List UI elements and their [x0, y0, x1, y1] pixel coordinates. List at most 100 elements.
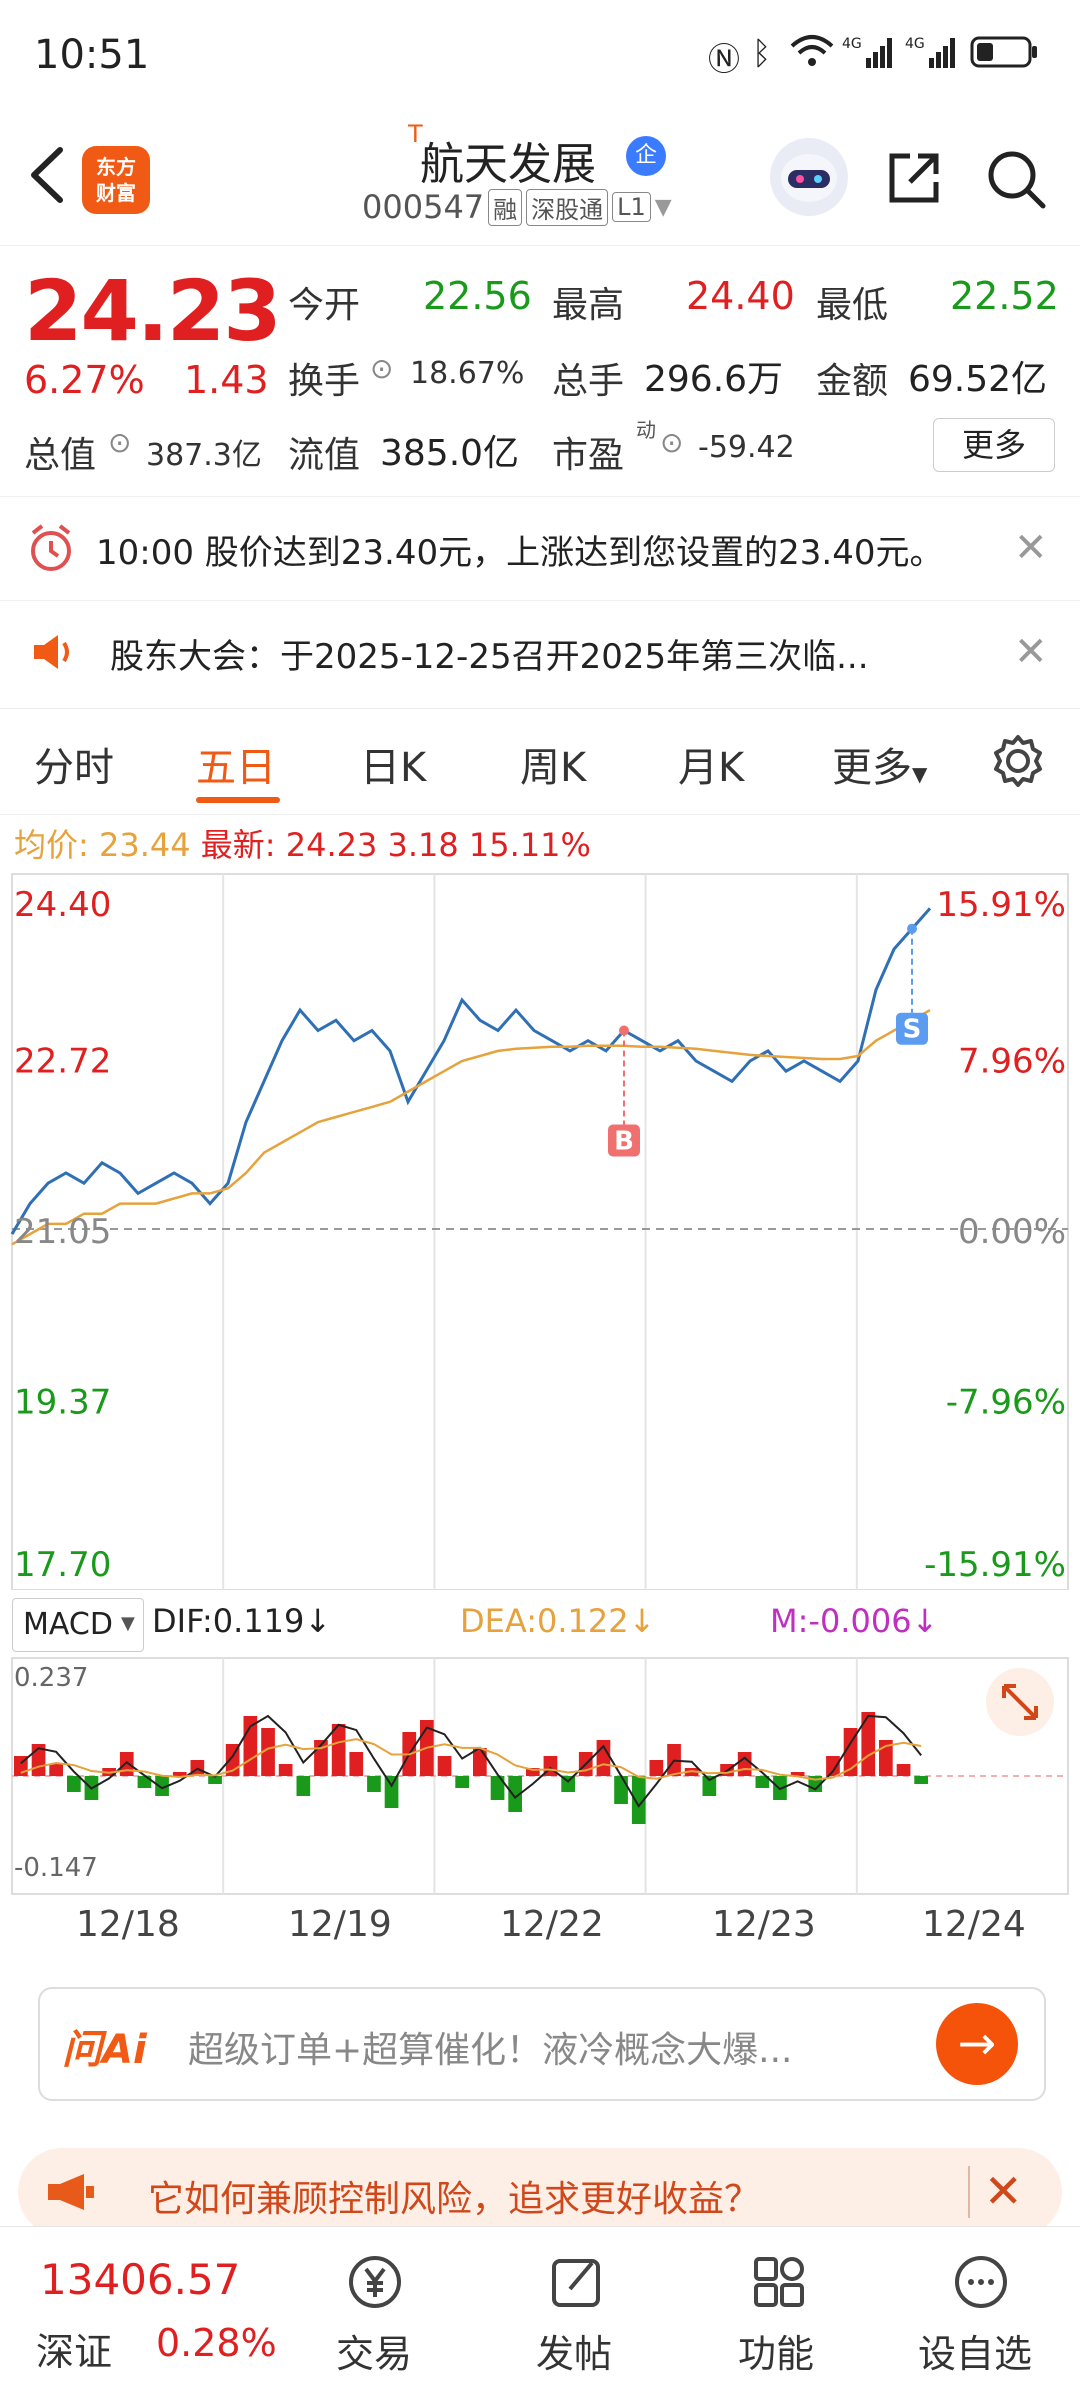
tab-more-label: 更多 [832, 745, 912, 791]
price-line [10, 907, 932, 1235]
pe-value: -59.42 [698, 430, 795, 465]
dea-label: DEA: [460, 1602, 537, 1640]
signal-4g-icon-1: 4G [842, 34, 894, 78]
assistant-robot-icon[interactable] [770, 138, 848, 216]
turnover-value: 18.67% [410, 356, 525, 391]
macd-chart[interactable]: 0.237 -0.147 [0, 1656, 1080, 1896]
stock-name[interactable]: 航天发展 [420, 128, 596, 192]
trade-yen-icon[interactable] [346, 2253, 404, 2311]
function-grid-icon[interactable] [750, 2253, 808, 2311]
app-logo-text: 东方财富 [96, 155, 136, 205]
price-change: 1.43 [184, 358, 269, 402]
latest-pct: 15.11% [468, 826, 591, 864]
pe-label: 市盈 [552, 435, 625, 476]
info-circle-icon[interactable]: ⊙ [108, 426, 131, 459]
corp-badge: 企 [626, 136, 666, 176]
nav-post[interactable]: 发帖 [536, 2323, 612, 2378]
caret-down-icon: ▼ [912, 762, 928, 786]
stock-code: 000547 [362, 188, 485, 226]
svg-text:S: S [903, 1015, 922, 1045]
ai-logo: 问Ai [62, 2027, 147, 2073]
macd-bar [649, 1760, 664, 1776]
speaker-icon [30, 631, 78, 677]
caret-down-icon: ▼ [121, 1613, 135, 1634]
battery-icon [970, 34, 1040, 78]
macd-bar [296, 1776, 311, 1796]
share-icon[interactable] [884, 148, 944, 208]
m-label: M: [770, 1602, 809, 1640]
alarm-clock-icon [28, 523, 74, 577]
five-day-price-chart[interactable]: B S 24.40 15.91% 22.72 7.96% 21.05 0.00% 19.37 -… [0, 870, 1080, 1590]
macd-bar [914, 1776, 928, 1784]
low-value: 22.52 [950, 274, 1059, 318]
macd-bar [826, 1756, 840, 1776]
macd-bar [278, 1764, 293, 1776]
macd-bar [349, 1752, 364, 1776]
nav-trade[interactable]: 交易 [336, 2323, 412, 2378]
arrow-right-icon[interactable]: → [936, 2003, 1018, 2085]
tag-level: L1 [612, 192, 651, 222]
tab-weekly-k[interactable]: 周K [520, 735, 586, 793]
macd-bar [384, 1776, 399, 1808]
close-icon[interactable]: ✕ [1014, 629, 1048, 675]
tab-monthly-k[interactable]: 月K [678, 735, 744, 793]
y-tick-left: 19.37 [14, 1383, 111, 1423]
back-arrow-icon[interactable] [22, 140, 82, 210]
tag-connect: 深股通 [526, 188, 609, 226]
nav-add-watchlist[interactable]: 设自选 [918, 2323, 1032, 2378]
latest-change: 3.18 [387, 826, 459, 864]
chart-tabs: 分时 五日 日K 周K 月K 更多▼ [0, 708, 1080, 815]
nav-function[interactable]: 功能 [738, 2323, 814, 2378]
megaphone-icon [44, 2170, 98, 2218]
amount-label: 金额 [816, 361, 889, 402]
bluetooth-icon: ᛒ [752, 34, 772, 72]
m-readout: M:-0.006↓ [770, 1602, 938, 1640]
index-value[interactable]: 13406.57 [40, 2255, 240, 2304]
macd-bar [172, 1772, 187, 1776]
tab-daily-k[interactable]: 日K [360, 735, 426, 793]
latest-value: 24.23 [285, 826, 378, 864]
post-edit-icon[interactable] [548, 2253, 606, 2311]
svg-text:4G: 4G [905, 36, 925, 52]
stock-subtitle[interactable]: 000547 融 深股通 L1 ▼ [362, 188, 672, 226]
ai-prompt-text: 超级订单+超算催化！液冷概念大爆... [188, 2030, 793, 2071]
promo-banner[interactable]: 它如何兼顾控制风险，追求更好收益？ ✕ [18, 2148, 1062, 2236]
chevron-down-icon: ▼ [654, 194, 672, 220]
meeting-notice[interactable]: 股东大会：于2025-12-25召开2025年第三次临... ✕ [0, 600, 1080, 705]
y-tick-right: 0.00% [958, 1212, 1066, 1252]
status-clock: 10:51 [34, 32, 150, 78]
down-arrow-icon: ↓ [911, 1602, 939, 1640]
latest-label: 最新: [200, 826, 276, 864]
tab-intraday[interactable]: 分时 [34, 735, 114, 793]
info-circle-icon[interactable]: ⊙ [660, 426, 683, 459]
avg-value: 23.44 [98, 826, 191, 864]
y-tick-right: -7.96% [946, 1383, 1066, 1423]
macd-selector[interactable]: MACD ▼ [12, 1598, 144, 1652]
wifi-icon [790, 34, 834, 78]
close-icon[interactable]: ✕ [984, 2164, 1023, 2218]
info-circle-icon[interactable]: ⊙ [370, 352, 393, 385]
volume-label: 总手 [552, 361, 625, 402]
watchlist-dots-icon[interactable] [952, 2253, 1010, 2311]
tab-more[interactable]: 更多▼ [832, 735, 927, 793]
x-axis-dates: 12/18 12/19 12/22 12/23 12/24 [0, 1898, 1080, 1958]
low-label: 最低 [816, 285, 889, 326]
tab-five-day[interactable]: 五日 [196, 735, 276, 793]
active-tab-indicator [196, 797, 280, 803]
last-price: 24.23 [24, 262, 282, 360]
search-icon[interactable] [985, 148, 1047, 210]
expand-icon[interactable] [986, 1668, 1054, 1736]
macd-label: MACD [23, 1607, 113, 1642]
index-name[interactable]: 深证 [36, 2321, 112, 2376]
price-alert-notice[interactable]: 10:00 股价达到23.40元，上涨达到您设置的23.40元。 ✕ [0, 496, 1080, 601]
pe-superscript: 动 [636, 418, 656, 442]
ai-assistant-bar[interactable]: 问Ai 超级订单+超算催化！液冷概念大爆... → [38, 1987, 1046, 2101]
volume-value: 296.6万 [644, 359, 784, 400]
gear-icon[interactable] [990, 733, 1046, 793]
more-quote-button[interactable]: 更多 [933, 418, 1055, 472]
x-tick: 12/22 [500, 1904, 604, 1945]
dea-value: 0.122 [536, 1602, 629, 1640]
promo-text: 它如何兼顾控制风险，追求更好收益？ [148, 2179, 761, 2220]
index-pct[interactable]: 0.28% [156, 2321, 277, 2365]
close-icon[interactable]: ✕ [1014, 525, 1048, 571]
